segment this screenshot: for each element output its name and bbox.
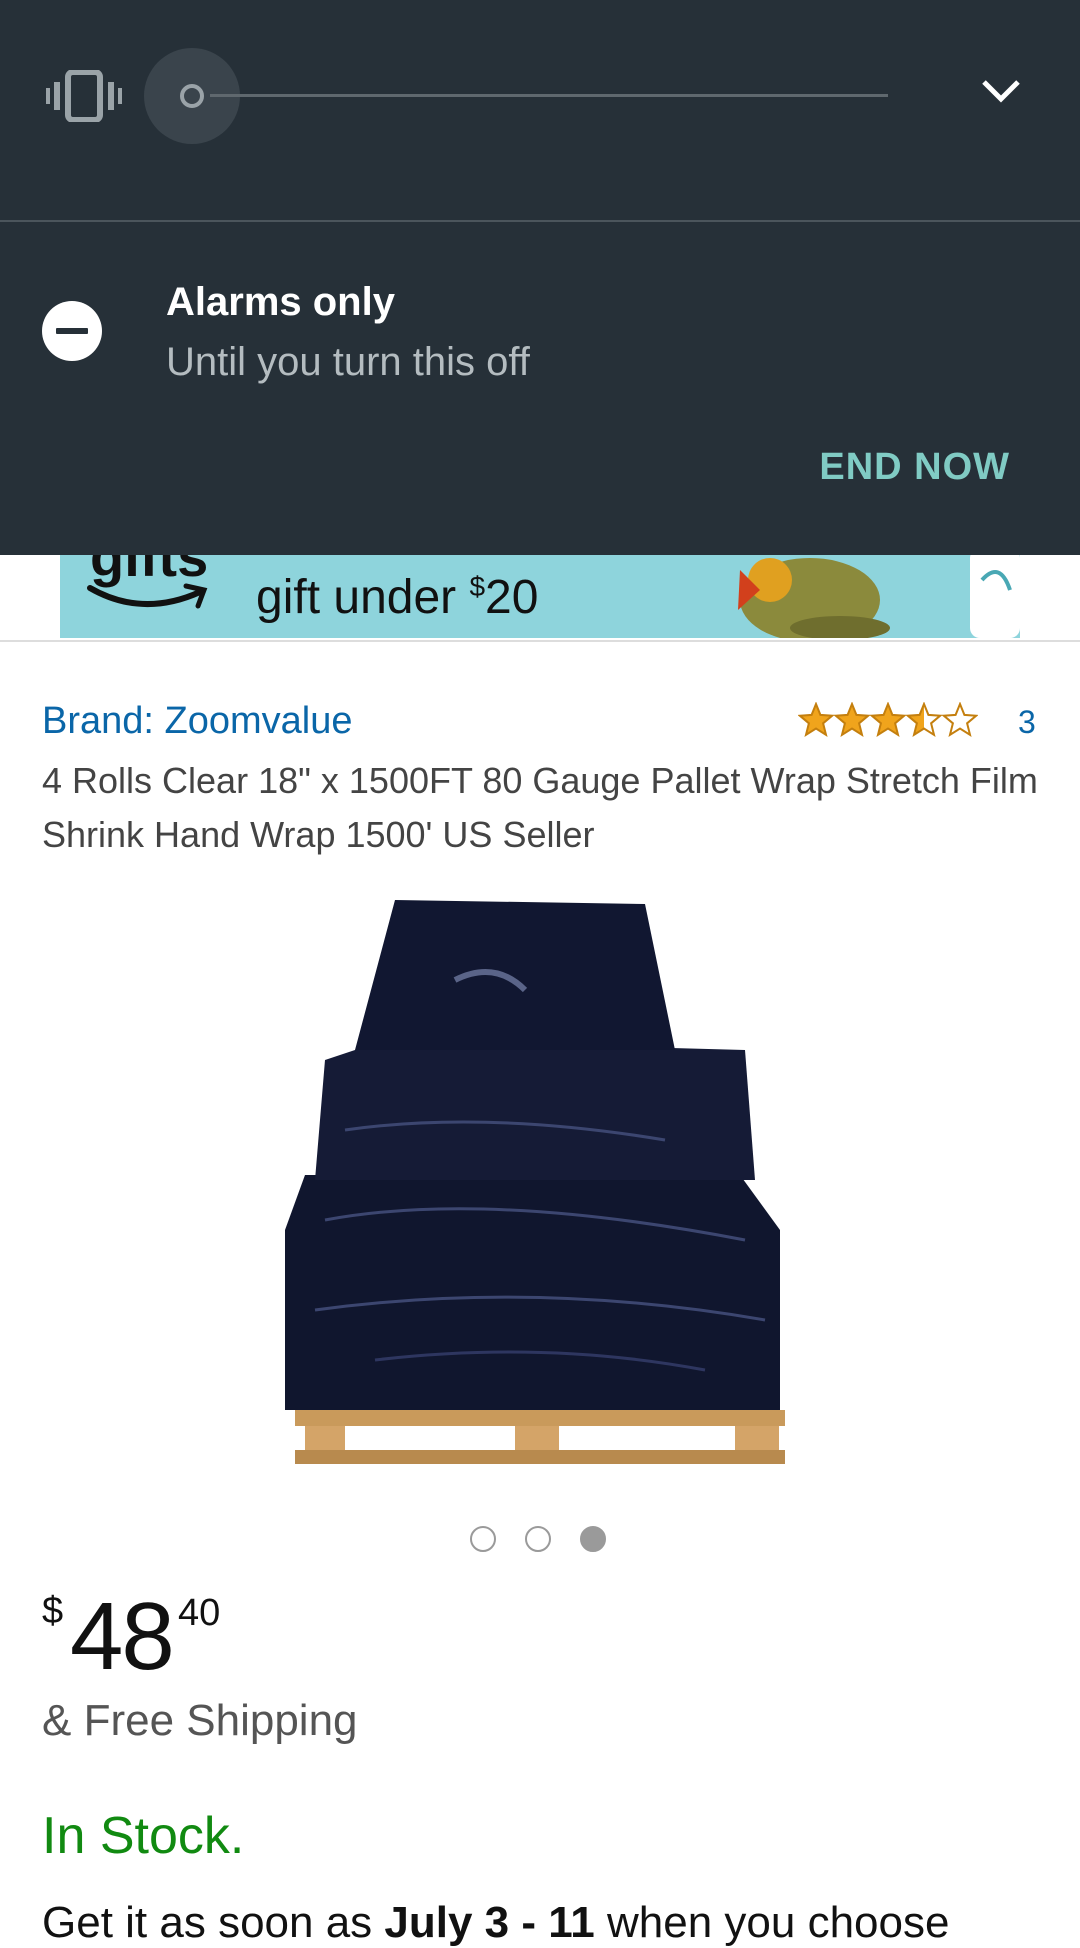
end-now-button[interactable]: END NOW	[819, 446, 1010, 489]
star-icon	[905, 702, 943, 737]
do-not-disturb-icon	[42, 301, 102, 361]
carousel-dot[interactable]	[580, 1526, 606, 1552]
volume-slider-track[interactable]	[210, 94, 888, 97]
banner-text-currency: $	[469, 571, 486, 602]
image-carousel-dots	[470, 1526, 610, 1556]
dnd-subtitle: Until you turn this off	[166, 340, 530, 384]
stock-status: In Stock.	[42, 1807, 245, 1865]
shade-divider	[0, 220, 1080, 222]
amazon-smile-logo	[87, 583, 208, 609]
notification-shade: Alarms only Until you turn this off END …	[0, 0, 1080, 555]
banner-text: gift under $20	[256, 570, 538, 625]
dnd-title: Alarms only	[166, 280, 395, 324]
banner-text-amount: 20	[485, 571, 539, 624]
price-fraction: 40	[178, 1592, 221, 1634]
carousel-dot[interactable]	[525, 1526, 551, 1552]
delivery-suffix: when you choose	[594, 1898, 950, 1947]
banner-text-main: gift under	[256, 571, 470, 624]
volume-row	[0, 0, 1080, 220]
delivery-prefix: Get it as soon as	[42, 1898, 385, 1947]
page-divider	[0, 640, 1080, 642]
brand-link[interactable]: Brand: Zoomvalue	[42, 700, 353, 743]
price-symbol: $	[42, 1590, 64, 1632]
star-icon	[941, 702, 978, 737]
product-title: 4 Rolls Clear 18" x 1500FT 80 Gauge Pall…	[42, 760, 1038, 855]
delivery-dates: July 3 - 11	[384, 1898, 595, 1947]
price-whole: 48	[70, 1583, 175, 1690]
star-icon	[798, 702, 835, 737]
star-rating-icon[interactable]	[798, 702, 978, 738]
product-image[interactable]	[285, 890, 795, 1470]
rating-count-link[interactable]: 3	[1018, 704, 1036, 741]
shipping-text: & Free Shipping	[42, 1696, 358, 1745]
star-icon	[833, 702, 871, 737]
delivery-text: Get it as soon as July 3 - 11 when you c…	[42, 1898, 949, 1948]
chevron-down-icon[interactable]	[980, 76, 1022, 106]
vibrate-icon[interactable]	[46, 70, 122, 122]
star-icon	[869, 702, 907, 737]
volume-slider-thumb[interactable]	[180, 84, 204, 108]
carousel-dot[interactable]	[470, 1526, 496, 1552]
